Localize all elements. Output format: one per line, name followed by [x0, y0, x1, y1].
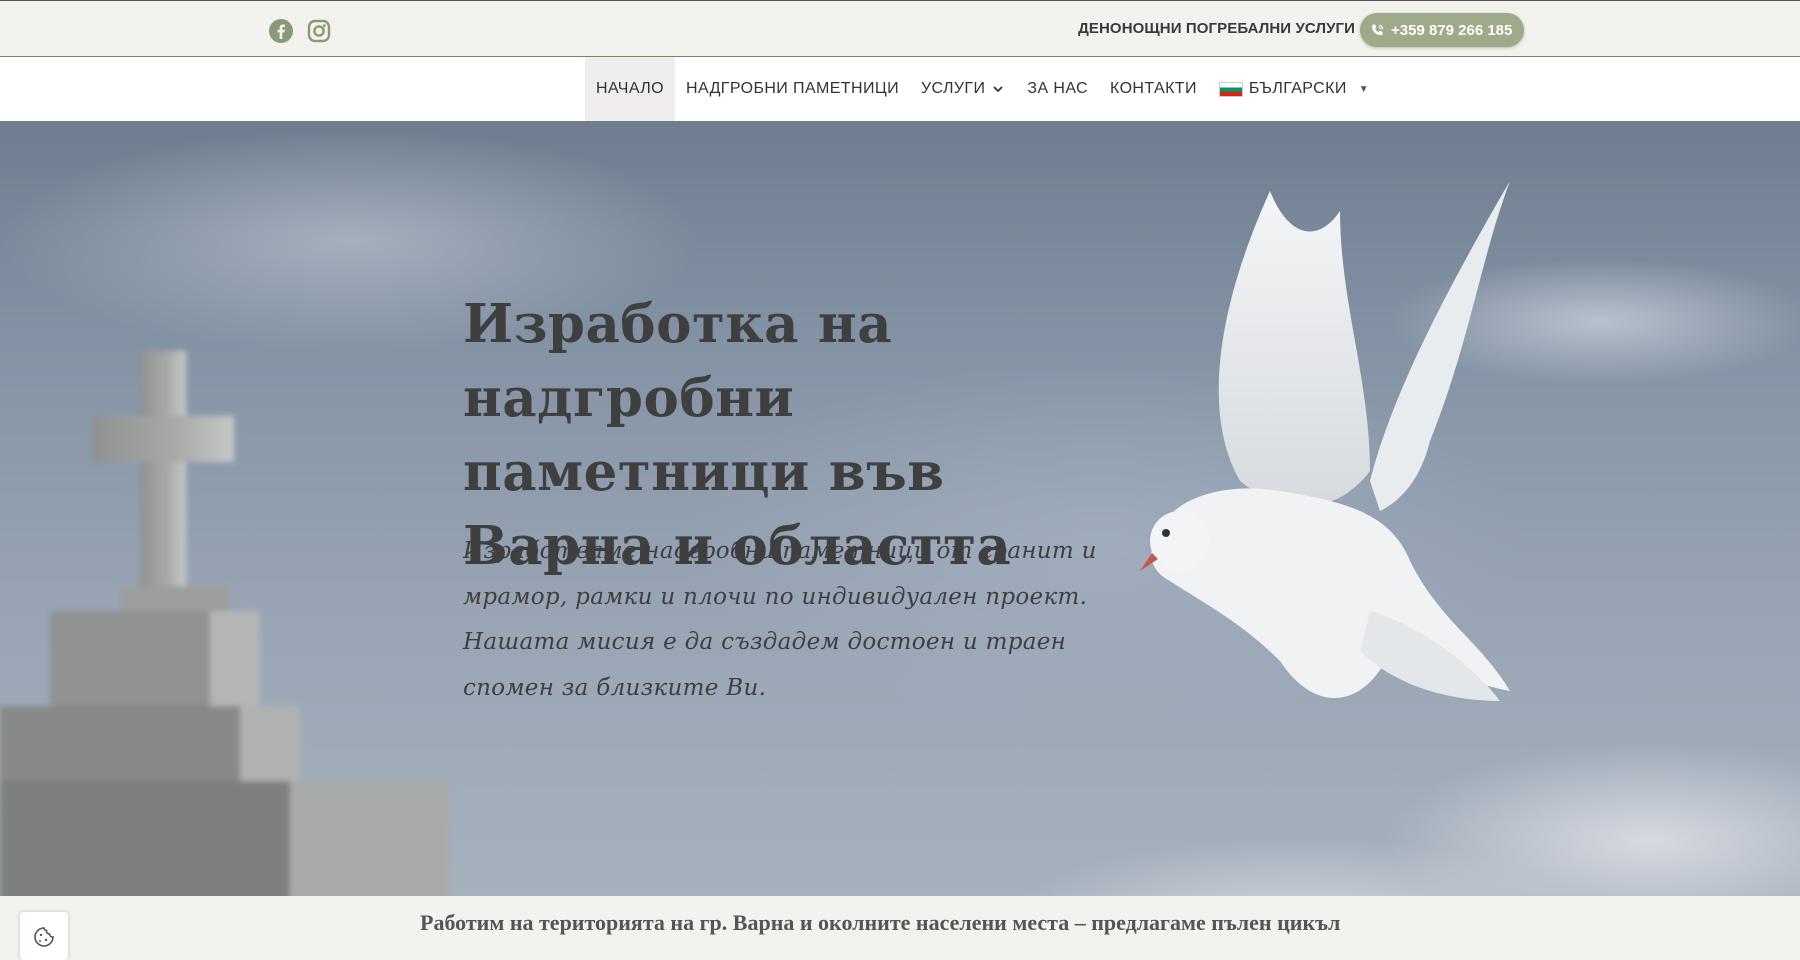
facebook-icon[interactable] — [268, 18, 294, 44]
dropdown-caret-icon: ▼ — [1358, 83, 1370, 95]
bulgarian-flag-icon — [1218, 81, 1243, 97]
chevron-down-icon — [993, 86, 1004, 93]
nav-label: УСЛУГИ — [920, 80, 986, 97]
nav-label: НАЧАЛО — [596, 80, 665, 97]
nav-item-about[interactable]: ЗА НАС — [1016, 57, 1099, 121]
nav-label: НАДГРОБНИ ПАМЕТНИЦИ — [686, 80, 899, 97]
info-strip: Работим на територията на гр. Варна и ок… — [0, 896, 1800, 940]
dove-image — [1140, 181, 1510, 701]
nav-item-home[interactable]: НАЧАЛО — [585, 57, 676, 121]
phone-number: +359 879 266 185 — [1391, 21, 1513, 39]
phone-button[interactable]: +359 879 266 185 — [1360, 13, 1525, 47]
cookie-icon — [34, 927, 54, 947]
cookie-settings-button[interactable] — [20, 912, 68, 960]
language-selector[interactable]: БЪЛГАРСКИ ▼ — [1208, 57, 1380, 121]
nav-item-monuments[interactable]: НАДГРОБНИ ПАМЕТНИЦИ — [675, 57, 910, 121]
social-links — [268, 18, 332, 44]
nav-label: ЗА НАС — [1027, 80, 1089, 97]
main-navigation: НАЧАЛО НАДГРОБНИ ПАМЕТНИЦИ УСЛУГИ ЗА НАС… — [0, 57, 1800, 121]
contact-label: ДЕНОНОЩНИ ПОГРЕБАЛНИ УСЛУГИ — [1078, 20, 1355, 37]
nav-item-services[interactable]: УСЛУГИ — [910, 57, 1016, 121]
nav-label: КОНТАКТИ — [1110, 80, 1197, 97]
nav-item-contacts[interactable]: КОНТАКТИ — [1099, 57, 1208, 121]
hero-description: Изработваме надгробни паметници от грани… — [463, 538, 1097, 701]
top-bar: ДЕНОНОЩНИ ПОГРЕБАЛНИ УСЛУГИ +359 879 266… — [0, 0, 1800, 57]
instagram-icon[interactable] — [306, 18, 332, 44]
hero-section: Изработка на надгробни паметници във Вар… — [0, 121, 1800, 896]
monument-image — [0, 351, 450, 896]
info-text: Работим на територията на гр. Варна и ок… — [420, 910, 1341, 935]
phone-icon — [1371, 23, 1384, 35]
language-label: БЪЛГАРСКИ — [1248, 80, 1347, 97]
